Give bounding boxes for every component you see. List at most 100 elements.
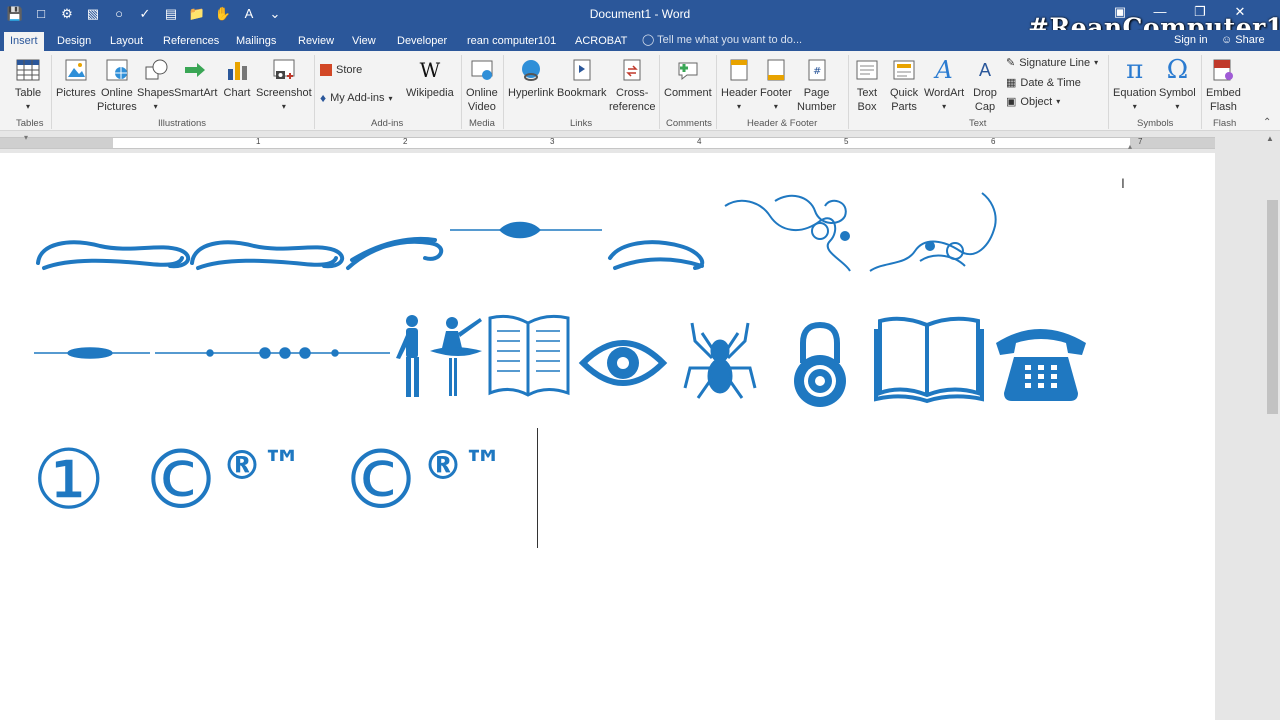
text-box-button[interactable]: Text Box [853,55,881,114]
ruler-number: 6 [991,137,996,146]
header-button[interactable]: Header ▾ [721,55,757,114]
wordart-label: WordArt [924,87,965,99]
title-bar: 💾 □ ⚙ ▧ ○ ✓ ▤ 📁 ✋ A ⌄ Document1 - Word ▣… [0,0,1280,42]
tab-layout[interactable]: Layout [104,32,149,51]
page-number-icon: # [803,55,831,85]
tell-me-placeholder: Tell me what you want to do... [657,34,803,46]
group-separator [503,55,504,129]
tab-rean-computer101[interactable]: rean computer101 [461,32,562,51]
calendar-icon: ▦ [1006,77,1017,89]
group-illustrations-label: Illustrations [158,118,207,129]
tab-developer[interactable]: Developer [391,32,453,51]
eye-glyph [578,340,668,386]
smartart-button[interactable]: SmartArt [174,55,217,100]
shapes-button[interactable]: Shapes ▾ [137,55,174,114]
object-icon: ▣ [1006,96,1017,108]
quick-parts-button[interactable]: Quick Parts [890,55,918,114]
dropdown-arrow-icon: ▾ [388,93,393,103]
ruler-number: 5 [844,137,849,146]
quick-parts-icon [890,55,918,85]
page-number-button[interactable]: # Page Number [797,55,836,114]
cross-reference-button[interactable]: Cross- reference [609,55,655,114]
online-video-button[interactable]: Online Video [466,55,498,114]
bookmark-label: Bookmark [557,87,607,99]
document-page[interactable]: ① © ®™ © ®™ I [0,153,1215,720]
bookmark-button[interactable]: Bookmark [557,55,607,100]
tab-design[interactable]: Design [51,32,97,51]
online-video-icon [468,55,496,85]
embed-flash-button[interactable]: Embed Flash [1206,55,1241,114]
chart-button[interactable]: Chart [223,55,251,100]
comment-button[interactable]: Comment [664,55,712,100]
header-icon [725,55,753,85]
ruler-number: 4 [697,137,702,146]
group-separator [659,55,660,129]
tab-review[interactable]: Review [292,32,340,51]
ornament-row-1 [36,221,705,270]
table-button[interactable]: Table ▾ [14,55,42,114]
group-text-label: Text [969,118,987,129]
share-icon: ☺ [1221,34,1233,46]
date-time-button[interactable]: ▦ Date & Time [1006,76,1081,90]
equation-label: Equation [1113,87,1157,99]
store-button[interactable]: Store [320,64,362,76]
dropdown-arrow-icon: ▾ [942,102,947,111]
object-button[interactable]: ▣ Object ▾ [1006,95,1060,109]
group-symbols-label: Symbols [1137,118,1174,129]
drop-cap-icon: A [978,60,991,80]
online-pictures-label-2: Pictures [97,101,137,113]
online-pictures-button[interactable]: Online Pictures [97,55,137,114]
online-video-label-1: Online [466,87,498,99]
screenshot-button[interactable]: Screenshot ▾ [256,55,312,114]
wordart-button[interactable]: A WordArt ▾ [924,55,964,114]
collapse-ribbon-icon[interactable]: ⌃ [1263,117,1271,128]
telephone-glyph [996,329,1086,401]
tab-references[interactable]: References [157,32,225,51]
signature-line-button[interactable]: ✎ Signature Line ▾ [1006,56,1098,70]
dropdown-arrow-icon: ▾ [25,102,30,111]
hyperlink-button[interactable]: Hyperlink [508,55,554,100]
text-box-label-1: Text [856,87,878,99]
comment-label: Comment [664,87,712,99]
dropdown-arrow-icon: ▾ [153,102,158,111]
equation-button[interactable]: π Equation ▾ [1113,55,1156,114]
group-header-footer-label: Header & Footer [747,118,818,129]
tab-mailings[interactable]: Mailings [230,32,282,51]
screenshot-label: Screenshot [256,87,312,99]
indent-marker-icon[interactable]: ▾ [24,133,28,142]
footer-icon [762,55,790,85]
group-separator [716,55,717,129]
group-separator [461,55,462,129]
wordart-icon: A [935,56,953,84]
sign-in-link[interactable]: Sign in [1174,34,1208,46]
pictures-icon [62,55,90,85]
my-addins-button[interactable]: ♦ My Add-ins ▾ [320,91,393,105]
book-glyph [874,316,984,404]
pictures-label: Pictures [56,87,96,99]
scrollbar-thumb[interactable] [1267,200,1278,414]
smartart-label: SmartArt [174,87,218,99]
group-addins-label: Add-ins [371,118,404,129]
share-button[interactable]: ☺ Share [1221,34,1265,46]
drop-cap-label-1: Drop [973,87,997,99]
drop-cap-button[interactable]: A Drop Cap [971,55,999,114]
quick-parts-label-2: Parts [891,101,917,113]
footer-button[interactable]: Footer ▾ [760,55,792,114]
scroll-up-arrow-icon[interactable]: ▲ [1266,134,1274,143]
symbol-button[interactable]: Ω Symbol ▾ [1159,55,1196,114]
tab-insert[interactable]: Insert [4,32,44,51]
tab-acrobat[interactable]: ACROBAT [569,32,633,51]
store-icon [320,64,332,76]
horizontal-ruler[interactable]: 1 2 3 4 5 6 7 [0,137,1215,149]
tell-me-search[interactable]: ◯ Tell me what you want to do... [642,33,802,46]
tab-view[interactable]: View [346,32,382,51]
wikipedia-button[interactable]: W Wikipedia [406,55,454,100]
flash-icon [1209,55,1237,85]
pictures-button[interactable]: Pictures [56,55,96,100]
right-indent-marker-icon[interactable]: ▴ [1128,142,1132,151]
comment-icon [674,55,702,85]
store-label: Store [336,64,363,76]
dropdown-arrow-icon: ▾ [773,102,778,111]
corner-ornament-right [869,192,997,272]
quick-parts-label-1: Quick [890,87,919,99]
